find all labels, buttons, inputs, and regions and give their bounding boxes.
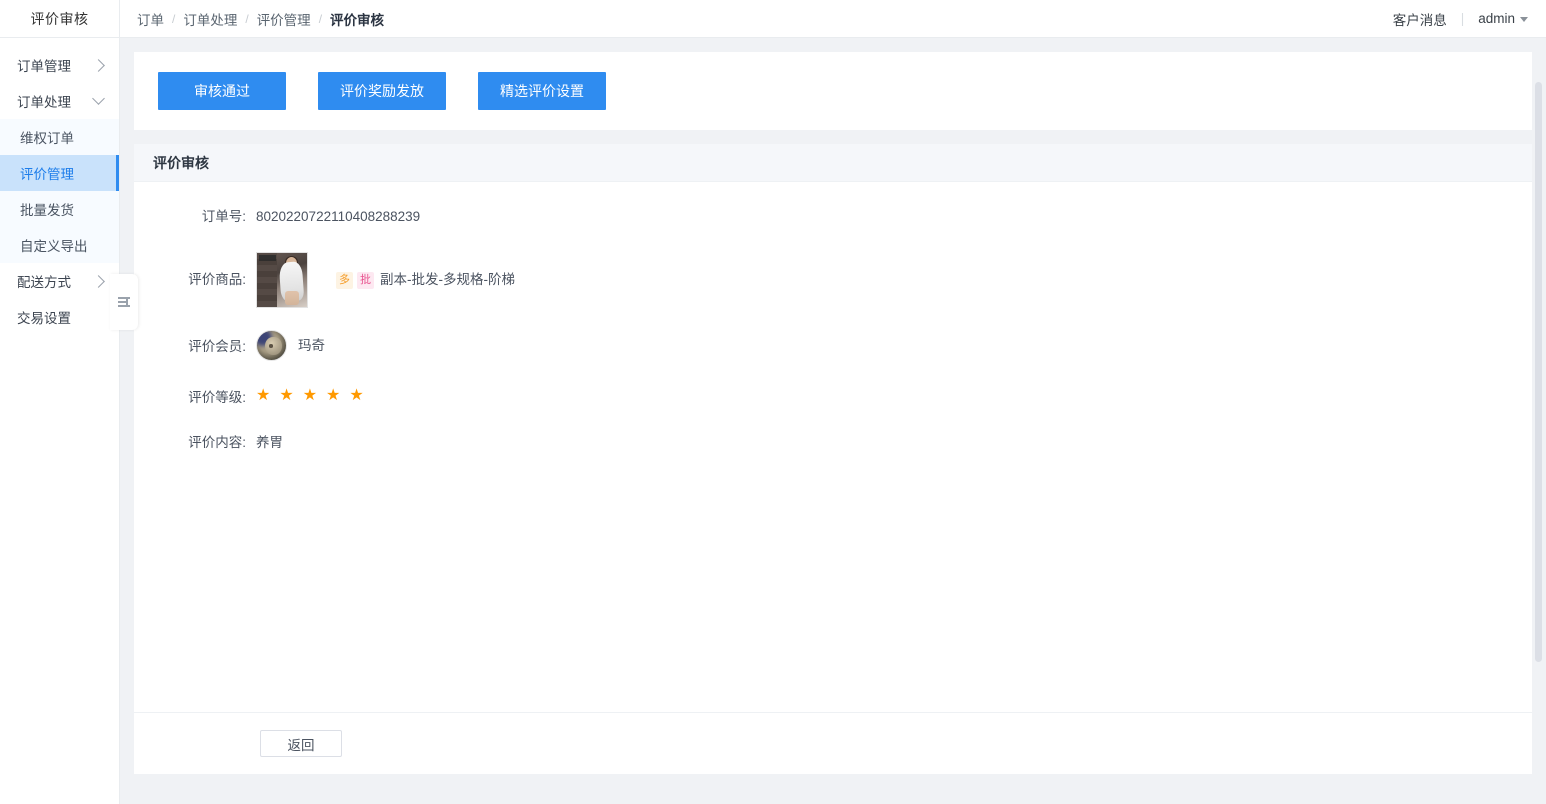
breadcrumb-item-2[interactable]: 评价管理: [257, 9, 311, 29]
sidebar-group-transaction-settings[interactable]: 交易设置: [0, 299, 119, 335]
star-icon: ★: [326, 387, 341, 404]
sidebar-item-label: 维权订单: [20, 131, 74, 146]
sidebar-group-label: 配送方式: [17, 275, 71, 290]
breadcrumb-separator: /: [245, 11, 249, 26]
sidebar-item-review-management[interactable]: 评价管理: [0, 155, 119, 191]
sidebar-group-label: 订单处理: [17, 95, 71, 110]
sidebar-group-order-processing[interactable]: 订单处理: [0, 83, 119, 119]
sidebar-item-label: 批量发货: [20, 203, 74, 218]
field-member: 评价会员: 玛奇: [134, 330, 1532, 364]
sidebar-group-delivery-method[interactable]: 配送方式: [0, 263, 119, 299]
content-area: 审核通过 评价奖励发放 精选评价设置 评价审核 订单号: 80202207221…: [120, 38, 1546, 804]
field-product: 评价商品: 多 批 副本-批发-多规格-阶梯: [134, 252, 1532, 308]
product-name-label[interactable]: 副本-批发-多规格-阶梯: [380, 269, 515, 291]
star-icon: ★: [302, 387, 318, 404]
sidebar-item-rights-orders[interactable]: 维权订单: [0, 119, 119, 155]
sidebar-item-label: 评价管理: [20, 167, 74, 182]
header-actions: 客户消息 | admin: [1393, 0, 1546, 37]
approve-review-button[interactable]: 审核通过: [158, 72, 286, 110]
user-name-label: admin: [1478, 11, 1515, 26]
breadcrumb-separator: /: [318, 11, 323, 26]
menu-list-icon: [118, 297, 130, 307]
sidebar: 订单管理 订单处理 维权订单 评价管理 批量发货 自定义导出 配送方式 交易设置: [0, 38, 138, 804]
app-brand-title: 评价审核: [0, 0, 120, 37]
field-value-order-no: 8020220722110408288239: [256, 209, 421, 224]
breadcrumb-item-1[interactable]: 订单处理: [183, 9, 237, 29]
member-name-label: 玛奇: [298, 337, 325, 353]
header-divider: |: [1460, 11, 1465, 26]
product-tag-multi-spec: 多: [336, 271, 353, 289]
customer-messages-link[interactable]: 客户消息: [1393, 9, 1447, 29]
vertical-scrollbar-thumb[interactable]: [1535, 82, 1542, 662]
user-menu[interactable]: admin: [1478, 11, 1528, 26]
sidebar-item-custom-export[interactable]: 自定义导出: [0, 227, 119, 263]
chevron-down-icon: [1520, 17, 1528, 22]
sidebar-item-batch-shipping[interactable]: 批量发货: [0, 191, 119, 227]
panel-footer: 返回: [134, 712, 1532, 774]
field-label-rating: 评价等级:: [188, 390, 246, 405]
featured-review-settings-button[interactable]: 精选评价设置: [478, 72, 606, 110]
product-thumbnail[interactable]: [256, 252, 308, 308]
issue-review-reward-button[interactable]: 评价奖励发放: [318, 72, 446, 110]
body-wrapper: 订单管理 订单处理 维权订单 评价管理 批量发货 自定义导出 配送方式 交易设置…: [0, 38, 1546, 804]
sidebar-submenu: 维权订单 评价管理 批量发货 自定义导出: [0, 119, 119, 263]
chevron-right-icon: [92, 58, 105, 72]
field-content: 评价内容: 养胃: [134, 432, 1532, 454]
sidebar-group-label: 交易设置: [17, 311, 71, 326]
field-rating: 评价等级: ★ ★ ★ ★ ★: [134, 388, 1532, 408]
field-label-product: 评价商品:: [188, 272, 246, 287]
top-header: 评价审核 订单 / 订单处理 / 评价管理 / 评价审核 客户消息 | admi…: [0, 0, 1546, 38]
panel-body: 订单号: 8020220722110408288239 评价商品: 多 批 副本…: [134, 182, 1532, 454]
app-root: 评价审核 订单 / 订单处理 / 评价管理 / 评价审核 客户消息 | admi…: [0, 0, 1546, 804]
sidebar-group-label: 订单管理: [17, 59, 71, 74]
chevron-down-icon: [92, 91, 105, 105]
field-label-member: 评价会员:: [188, 339, 246, 354]
rating-stars: ★ ★ ★ ★ ★: [256, 388, 364, 404]
breadcrumb-separator: /: [172, 11, 176, 26]
product-tag-wholesale: 批: [357, 271, 374, 289]
action-button-row: 审核通过 评价奖励发放 精选评价设置: [158, 72, 1508, 110]
star-icon: ★: [256, 387, 271, 404]
field-label-content: 评价内容:: [188, 435, 246, 450]
field-value-product: 多 批 副本-批发-多规格-阶梯: [256, 252, 515, 308]
product-info: 多 批 副本-批发-多规格-阶梯: [336, 269, 515, 291]
star-icon: ★: [279, 387, 294, 404]
sidebar-group-order-management[interactable]: 订单管理: [0, 47, 119, 83]
breadcrumb-item-current: 评价审核: [330, 12, 385, 28]
back-button[interactable]: 返回: [260, 730, 342, 757]
breadcrumb: 订单 / 订单处理 / 评价管理 / 评价审核: [120, 0, 1393, 37]
field-label-order-no: 订单号:: [201, 209, 246, 224]
field-value-content: 养胃: [256, 435, 283, 450]
chevron-right-icon: [92, 274, 105, 288]
avatar[interactable]: [256, 330, 287, 361]
field-value-member: 玛奇: [256, 330, 325, 361]
review-detail-panel: 评价审核 订单号: 8020220722110408288239 评价商品: 多…: [134, 144, 1532, 774]
field-value-rating: ★ ★ ★ ★ ★: [256, 388, 364, 404]
sidebar-item-label: 自定义导出: [20, 239, 88, 254]
breadcrumb-item-0[interactable]: 订单: [137, 9, 164, 29]
sidebar-collapse-toggle[interactable]: [110, 274, 138, 330]
star-icon: ★: [349, 387, 364, 404]
field-order-no: 订单号: 8020220722110408288239: [134, 206, 1532, 228]
panel-title: 评价审核: [134, 144, 1532, 182]
action-toolbar: 审核通过 评价奖励发放 精选评价设置: [134, 52, 1532, 130]
